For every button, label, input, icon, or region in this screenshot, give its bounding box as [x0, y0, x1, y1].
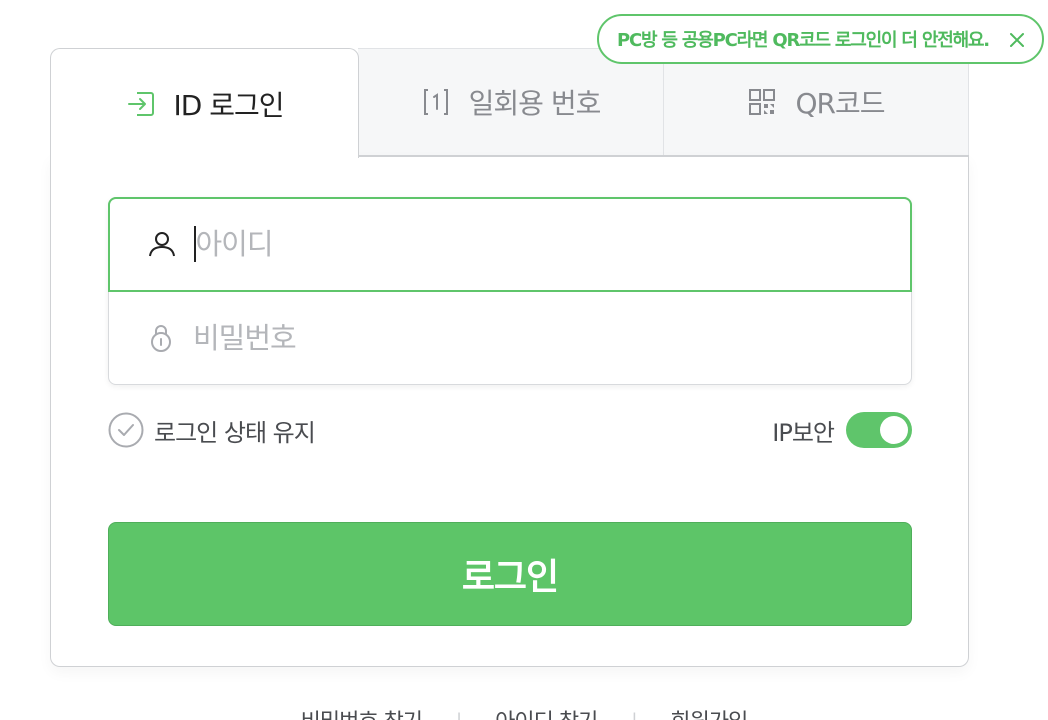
keep-login-label: 로그인 상태 유지: [154, 418, 316, 447]
sign-up-link[interactable]: 회원가입: [666, 704, 751, 720]
login-button[interactable]: 로그인: [108, 522, 912, 626]
one-time-number-icon: [421, 87, 451, 117]
close-icon[interactable]: [1008, 31, 1026, 49]
keep-login-checkbox[interactable]: 로그인 상태 유지: [108, 411, 316, 449]
footer-separator: |: [456, 704, 462, 720]
divider: [358, 155, 969, 157]
footer-separator: |: [631, 704, 637, 720]
credential-input-group: [107, 196, 912, 385]
ip-security-toggle[interactable]: [846, 412, 912, 448]
tab-one-time-number-label: 일회용 번호: [468, 87, 602, 120]
id-field[interactable]: [107, 196, 912, 292]
qr-recommendation-tooltip: PC방 등 공용PC라면 QR코드 로그인이 더 안전해요.: [597, 14, 1044, 64]
tab-qr-code-label: QR코드: [795, 87, 885, 120]
password-field[interactable]: [109, 291, 911, 385]
tab-one-time-number[interactable]: 일회용 번호: [358, 48, 664, 156]
qr-code-icon: [747, 87, 777, 117]
lock-icon: [145, 322, 177, 354]
user-icon: [146, 228, 178, 260]
tab-id-login-label: ID 로그인: [173, 88, 285, 122]
login-arrow-icon: [126, 89, 156, 119]
toggle-knob: [880, 416, 908, 444]
tooltip-text: PC방 등 공용PC라면 QR코드 로그인이 더 안전해요.: [617, 30, 990, 51]
login-page: PC방 등 공용PC라면 QR코드 로그인이 더 안전해요. ID 로그인 일회…: [0, 0, 1048, 720]
check-circle-icon[interactable]: [108, 412, 144, 448]
tab-qr-code[interactable]: QR코드: [664, 48, 969, 156]
find-id-link[interactable]: 아이디 찾기: [491, 704, 601, 720]
ip-security-label: IP보안: [772, 418, 835, 447]
find-password-link[interactable]: 비밀번호 찾기: [297, 704, 426, 720]
footer-links: 비밀번호 찾기 | 아이디 찾기 | 회원가입: [0, 704, 1048, 720]
password-input[interactable]: [193, 321, 793, 355]
id-input[interactable]: [195, 227, 796, 261]
ip-security-option: IP보안: [772, 411, 912, 449]
tab-id-login[interactable]: ID 로그인: [50, 48, 359, 158]
